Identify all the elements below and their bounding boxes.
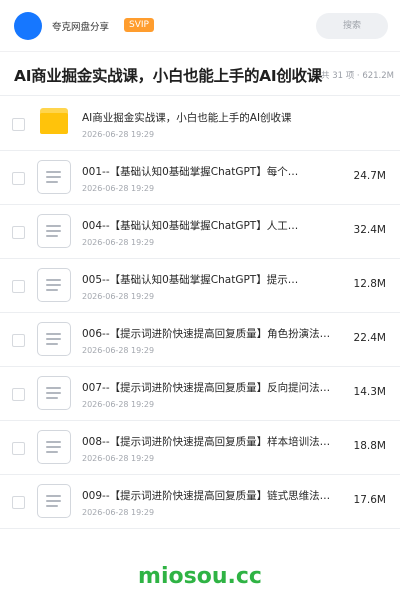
file-name: 007--【提示词进阶快速提高回复质量】反向提问法… (82, 382, 331, 394)
file-date: 2026-06-28 19:29 (82, 292, 155, 301)
file-size: 24.7M (353, 170, 386, 182)
file-date: 2026-06-28 19:29 (82, 184, 155, 193)
list-item[interactable]: 001--【基础认知0基础掌握ChatGPT】每个… 2026-06-28 19… (0, 151, 400, 205)
avatar[interactable] (14, 12, 42, 40)
list-item[interactable]: 009--【提示词进阶快速提高回复质量】链式思维法… 2026-06-28 19… (0, 475, 400, 529)
owner-name: 夸克网盘分享 (52, 22, 110, 33)
file-size: 14.3M (353, 386, 386, 398)
row-checkbox[interactable] (12, 334, 25, 347)
file-size: 17.6M (353, 494, 386, 506)
document-icon (37, 214, 71, 248)
file-name: 006--【提示词进阶快速提高回复质量】角色扮演法… (82, 328, 331, 340)
row-checkbox[interactable] (12, 388, 25, 401)
document-icon (37, 376, 71, 410)
row-checkbox[interactable] (12, 118, 25, 131)
file-name: AI商业掘金实战课，小白也能上手的AI创收课 (82, 112, 292, 124)
svip-badge: SVIP (124, 18, 154, 32)
document-icon (37, 322, 71, 356)
file-size: 22.4M (353, 332, 386, 344)
file-name: 001--【基础认知0基础掌握ChatGPT】每个… (82, 166, 299, 178)
row-checkbox[interactable] (12, 172, 25, 185)
share-title-bar: AI商业掘金实战课，小白也能上手的AI创收课 共 31 项 · 621.2M (0, 52, 400, 96)
share-title: AI商业掘金实战课，小白也能上手的AI创收课 (14, 67, 322, 85)
file-name: 005--【基础认知0基础掌握ChatGPT】提示… (82, 274, 299, 286)
file-date: 2026-06-28 19:29 (82, 400, 155, 409)
search-input[interactable]: 搜索 (316, 13, 388, 39)
list-item[interactable]: 005--【基础认知0基础掌握ChatGPT】提示… 2026-06-28 19… (0, 259, 400, 313)
file-date: 2026-06-28 19:29 (82, 238, 155, 247)
document-icon (37, 484, 71, 518)
footer-brand: miosou.cc (138, 564, 262, 589)
row-checkbox[interactable] (12, 280, 25, 293)
document-icon (37, 268, 71, 302)
file-date: 2026-06-28 19:29 (82, 130, 155, 139)
file-size: 18.8M (353, 440, 386, 452)
top-bar: 夸克网盘分享 SVIP 搜索 (0, 0, 400, 52)
file-size: 12.8M (353, 278, 386, 290)
list-item[interactable]: 004--【基础认知0基础掌握ChatGPT】人工… 2026-06-28 19… (0, 205, 400, 259)
file-list: AI商业掘金实战课，小白也能上手的AI创收课 2026-06-28 19:29 … (0, 97, 400, 529)
file-name: 009--【提示词进阶快速提高回复质量】链式思维法… (82, 490, 331, 502)
file-name: 004--【基础认知0基础掌握ChatGPT】人工… (82, 220, 299, 232)
file-date: 2026-06-28 19:29 (82, 454, 155, 463)
list-item[interactable]: 008--【提示词进阶快速提高回复质量】样本培训法… 2026-06-28 19… (0, 421, 400, 475)
file-size: 32.4M (353, 224, 386, 236)
document-icon (37, 160, 71, 194)
file-name: 008--【提示词进阶快速提高回复质量】样本培训法… (82, 436, 331, 448)
share-meta: 共 31 项 · 621.2M (321, 71, 394, 81)
list-item[interactable]: 006--【提示词进阶快速提高回复质量】角色扮演法… 2026-06-28 19… (0, 313, 400, 367)
folder-icon (40, 108, 68, 134)
row-checkbox[interactable] (12, 496, 25, 509)
list-item[interactable]: 007--【提示词进阶快速提高回复质量】反向提问法… 2026-06-28 19… (0, 367, 400, 421)
file-date: 2026-06-28 19:29 (82, 346, 155, 355)
row-checkbox[interactable] (12, 442, 25, 455)
list-item-folder[interactable]: AI商业掘金实战课，小白也能上手的AI创收课 2026-06-28 19:29 (0, 97, 400, 151)
row-checkbox[interactable] (12, 226, 25, 239)
document-icon (37, 430, 71, 464)
file-date: 2026-06-28 19:29 (82, 508, 155, 517)
